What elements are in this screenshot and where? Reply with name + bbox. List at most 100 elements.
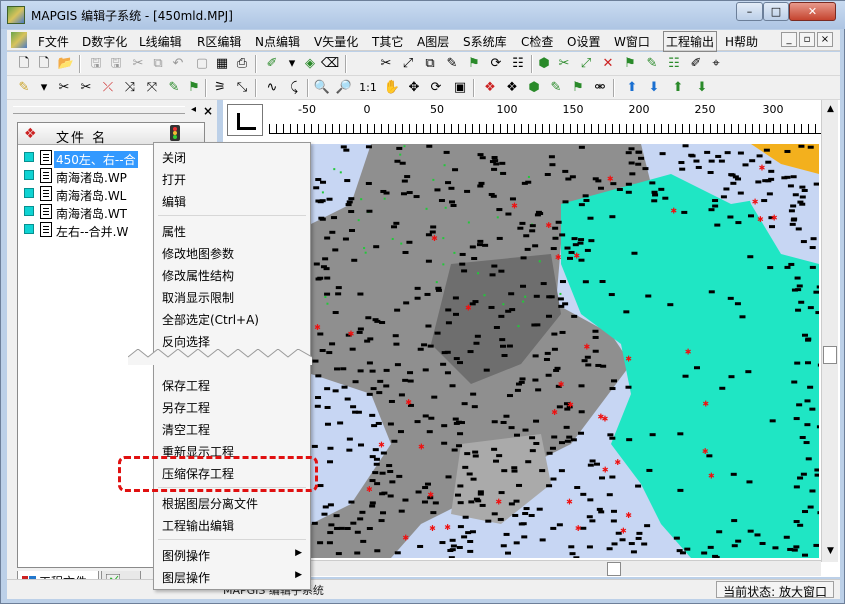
save-icon[interactable]: 🖫: [87, 55, 105, 73]
visibility-checkbox[interactable]: [24, 152, 34, 162]
area-fill-icon[interactable]: ⬢: [535, 55, 553, 73]
menu-window[interactable]: W窗口: [614, 33, 650, 50]
preview-icon[interactable]: ▦: [213, 55, 231, 73]
scroll-up-icon[interactable]: ▲: [824, 102, 837, 116]
edit-green-icon[interactable]: ✎: [547, 79, 565, 97]
area-move-icon[interactable]: ⤢: [577, 55, 595, 73]
menu-line-edit[interactable]: L线编辑: [139, 33, 182, 50]
line-join-icon[interactable]: ⤧: [143, 79, 161, 97]
area-attr-icon[interactable]: ☷: [665, 55, 683, 73]
menu-item-split-by-layer[interactable]: 根据图层分离文件: [162, 495, 258, 512]
menu-item-legend-operations[interactable]: 图例操作: [162, 547, 210, 564]
line-rotate-icon[interactable]: ⤹: [285, 79, 303, 97]
point-move-icon[interactable]: ⤢: [399, 55, 417, 73]
point-copy-icon[interactable]: ⧉: [421, 55, 439, 73]
menu-point-edit[interactable]: N点编辑: [255, 33, 300, 50]
map-canvas[interactable]: ✱ ✱ ✱ ✱ ✱ ✱ ✱ ✱ ✱ ✱ ✱ ✱ ✱ ✱ ✱ ✱ ✱ ✱ ✱ ✱ ✱ ✱ ✱ ✱ ✱ ✱ ✱ ✱ ✱ ✱ ✱ ✱ ✱ ✱ ✱ ✱ ✱ ✱ ✱ ✱: [311, 144, 819, 558]
point-edit-icon[interactable]: ✎: [443, 55, 461, 73]
open-folder-icon[interactable]: 📂: [57, 55, 75, 73]
vertical-scrollbar[interactable]: ▲ ▼: [821, 100, 838, 562]
menu-item-properties[interactable]: 属性: [162, 223, 186, 240]
menu-check[interactable]: C检查: [521, 33, 553, 50]
horizontal-scroll-thumb[interactable]: [607, 562, 621, 576]
mdi-close-button[interactable]: ×: [817, 32, 833, 47]
area-edit-icon[interactable]: ✎: [643, 55, 661, 73]
menu-item-open[interactable]: 打开: [162, 171, 186, 188]
menu-area-edit[interactable]: R区编辑: [197, 33, 241, 50]
actual-size-icon[interactable]: 1:1: [359, 79, 377, 97]
menu-item-save-project-as[interactable]: 另存工程: [162, 399, 210, 416]
column-file-name[interactable]: 文件 名: [56, 127, 107, 146]
line-cut2-icon[interactable]: ✂: [77, 79, 95, 97]
menu-item-edit[interactable]: 编辑: [162, 193, 186, 210]
scroll-down-icon[interactable]: ▼: [824, 544, 837, 558]
copy-icon[interactable]: ⧉: [149, 55, 167, 73]
line-spline-icon[interactable]: ∿: [263, 79, 281, 97]
point-cut-icon[interactable]: ✂: [377, 55, 395, 73]
panel-grip[interactable]: [13, 106, 185, 114]
print-icon[interactable]: ⎙: [233, 55, 251, 73]
arrow-up-icon[interactable]: ⬆: [623, 79, 641, 97]
area-flag-icon[interactable]: ⚑: [621, 55, 639, 73]
menu-item-save-project[interactable]: 保存工程: [162, 377, 210, 394]
node-edit-icon[interactable]: ⚞: [211, 79, 229, 97]
area-pick-icon[interactable]: ⌖: [707, 55, 725, 73]
full-view-icon[interactable]: ▣: [451, 79, 469, 97]
line-delete-icon[interactable]: ⤫: [99, 79, 117, 97]
point-attr-icon[interactable]: ☷: [509, 55, 527, 73]
graph-icon[interactable]: ⚮: [591, 79, 609, 97]
menu-item-project-output-edit[interactable]: 工程输出编辑: [162, 517, 234, 534]
mdi-minimize-button[interactable]: _: [781, 32, 797, 47]
map-view[interactable]: -50 0 50 100 150 200 250 300 ▲ ▼ ✱ ✱ ✱ ✱…: [223, 100, 840, 577]
line-edit-icon[interactable]: ✎: [165, 79, 183, 97]
document-icon[interactable]: [11, 32, 27, 48]
select-icon[interactable]: ◈: [301, 55, 319, 73]
arrow-up-green-icon[interactable]: ⬆: [669, 79, 687, 97]
menu-help[interactable]: H帮助: [725, 33, 758, 50]
point-rotate-icon[interactable]: ⟳: [487, 55, 505, 73]
minimize-button[interactable]: –: [736, 2, 763, 21]
line-break-icon[interactable]: ⤨: [121, 79, 139, 97]
print-preview-icon[interactable]: ▢: [193, 55, 211, 73]
menu-item-select-all[interactable]: 全部选定(Ctrl+A): [162, 311, 259, 328]
menu-other[interactable]: T其它: [372, 33, 403, 50]
menu-item-invert-selection[interactable]: 反向选择: [162, 333, 210, 350]
new-file-icon[interactable]: 🗋: [15, 55, 33, 73]
vertical-scroll-thumb[interactable]: [823, 346, 837, 364]
visibility-checkbox[interactable]: [24, 170, 34, 180]
zoom-in-icon[interactable]: 🔍: [313, 79, 331, 97]
arrow-down-icon[interactable]: ⬇: [645, 79, 663, 97]
horizontal-scrollbar[interactable]: [311, 560, 821, 576]
erase-icon[interactable]: ⌫: [321, 55, 339, 73]
menu-layer[interactable]: A图层: [417, 33, 449, 50]
save-all-icon[interactable]: 🖫: [107, 55, 125, 73]
dropdown-arrow-icon[interactable]: ▾: [35, 79, 53, 97]
traffic-light-icon[interactable]: [166, 125, 184, 143]
menu-item-layer-operations[interactable]: 图层操作: [162, 569, 210, 586]
visibility-checkbox[interactable]: [24, 188, 34, 198]
zoom-out-icon[interactable]: 🔎: [335, 79, 353, 97]
menu-item-clear-project[interactable]: 清空工程: [162, 421, 210, 438]
pencil-icon[interactable]: ✎: [15, 79, 33, 97]
visibility-checkbox[interactable]: [24, 206, 34, 216]
menu-digitize[interactable]: D数字化: [82, 33, 127, 50]
menu-file[interactable]: F文件: [38, 33, 69, 50]
menu-item-cancel-display-limit[interactable]: 取消显示限制: [162, 289, 234, 306]
line-flag-icon[interactable]: ⚑: [185, 79, 203, 97]
menu-item-close[interactable]: 关闭: [162, 149, 186, 166]
pan-hand-icon[interactable]: ✋: [383, 79, 401, 97]
undo-icon[interactable]: ↶: [169, 55, 187, 73]
close-button[interactable]: ✕: [789, 2, 836, 21]
area-paint-icon[interactable]: ✐: [687, 55, 705, 73]
flag-icon[interactable]: ⚑: [569, 79, 587, 97]
arrow-down-green-icon[interactable]: ⬇: [693, 79, 711, 97]
menu-item-modify-attr-structure[interactable]: 修改属性结构: [162, 267, 234, 284]
panel-dock-icon[interactable]: ◂: [191, 104, 196, 115]
pan-icon[interactable]: ✥: [405, 79, 423, 97]
menu-project-output[interactable]: 工程输出: [663, 31, 718, 52]
area-cut-icon[interactable]: ✂: [555, 55, 573, 73]
digitize-icon[interactable]: ✐: [263, 55, 281, 73]
visibility-checkbox[interactable]: [24, 224, 34, 234]
point-flag-icon[interactable]: ⚑: [465, 55, 483, 73]
maximize-button[interactable]: □: [763, 2, 789, 21]
